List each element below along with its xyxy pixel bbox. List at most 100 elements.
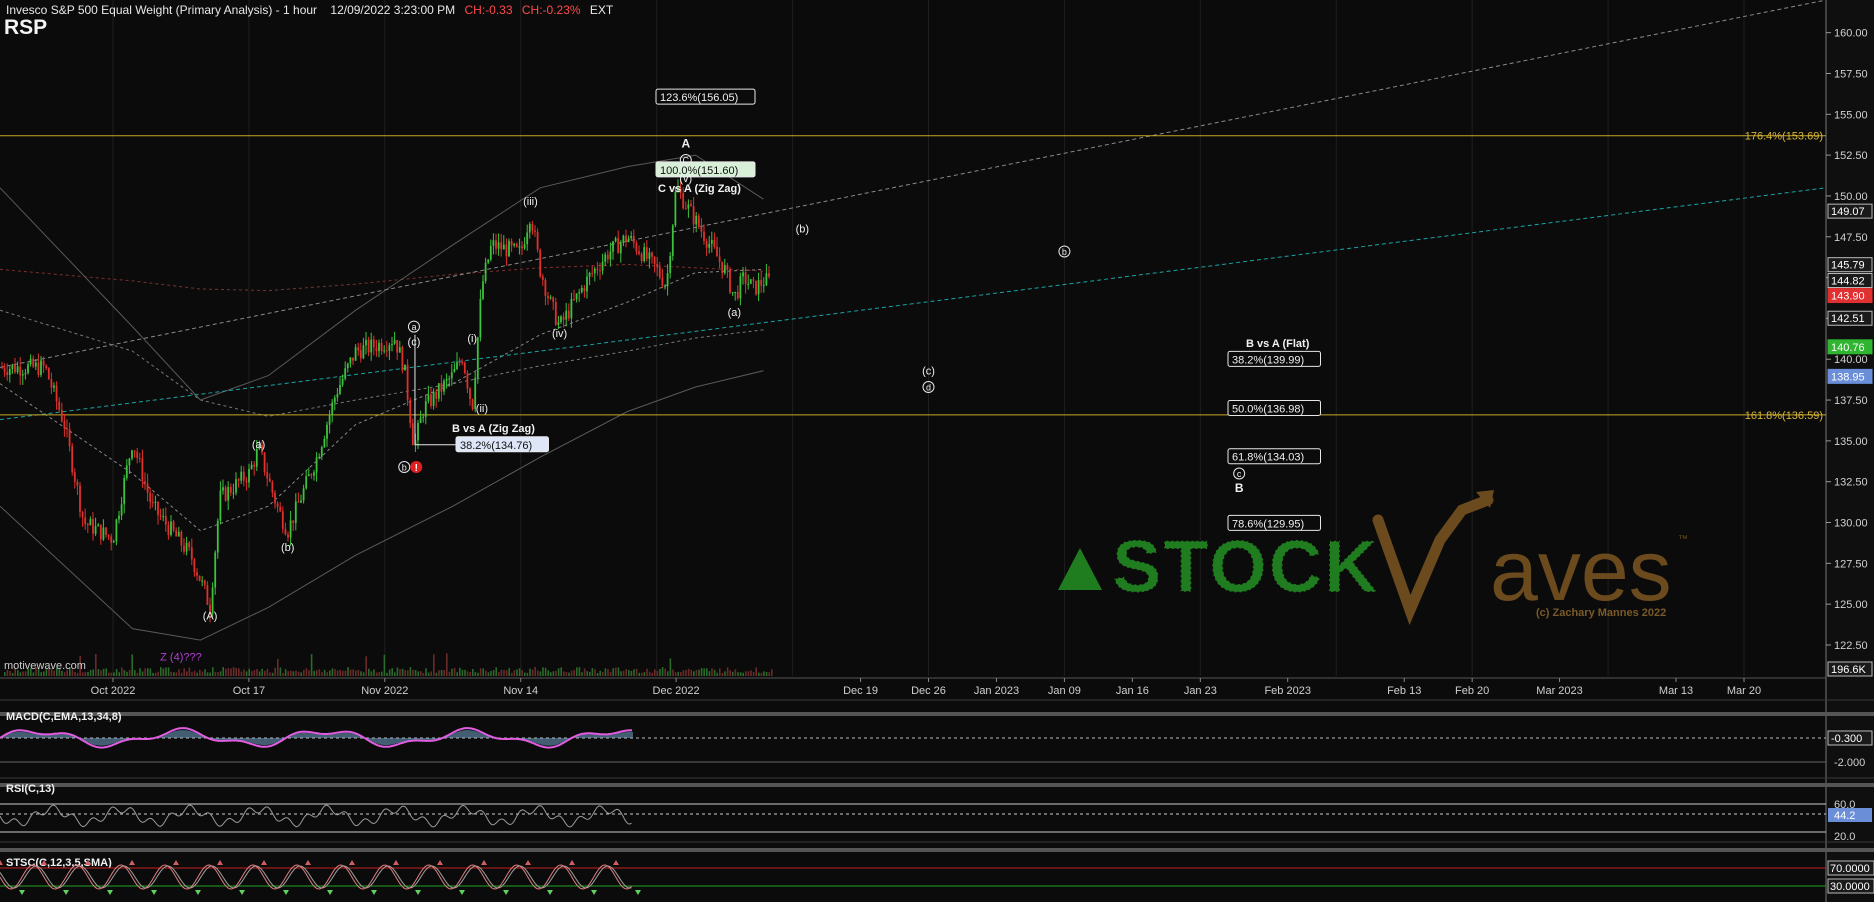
volume-bar [251,671,253,676]
volume-bar [438,670,440,676]
volume-bar [149,668,152,676]
candle-body [224,487,227,501]
stoch-buy-marker-icon [151,890,157,895]
wave-label: C [683,156,690,166]
volume-bar [144,668,146,676]
y-axis-label: 130.00 [1834,518,1868,530]
candle-body [24,372,27,375]
volume-bar [615,667,617,676]
volume-bar [157,671,159,676]
volume-bar [248,668,250,676]
logo-copyright: (c) Zachary Mannes 2022 [1536,607,1666,619]
candle-body [479,298,482,338]
candle-body [567,310,570,319]
volume-bar [617,667,620,676]
fib-title: B vs A (Zig Zag) [452,423,535,435]
volume-bar [539,671,542,676]
volume-bar [126,671,128,676]
candle-body [110,536,113,543]
fib-extension-label: 176.4%(153.69) [1745,131,1823,143]
volume-bar [209,672,211,676]
volume-bar [583,668,586,676]
volume-bar [178,669,180,676]
volume-bar [573,669,575,676]
candle-body [300,500,302,503]
candle-body [162,516,165,518]
ticker-symbol: RSP [4,16,48,39]
fib-retracement-label: 38.2%(134.76) [460,440,532,452]
candle-body [151,502,154,504]
candle-body [79,485,81,512]
volume-bar [230,668,232,676]
stoch-label: STSC(C,12,3,5,SMA) [6,857,112,869]
candle-body [362,345,365,359]
candle-body [565,310,568,320]
wave-label: b [402,462,407,472]
volume-bar [11,672,14,676]
candle-body [554,301,557,325]
volume-bar [128,670,131,676]
volume-bar [726,667,729,676]
candle-body [651,252,653,257]
bollinger-upper [0,154,764,401]
candle-body [102,527,105,540]
volume-bar [537,670,539,676]
candle-body [219,490,222,521]
volume-bar [633,669,635,676]
candle-body [544,280,547,296]
volume-bar [331,668,334,676]
candle-body [588,273,591,277]
stoch-sell-marker-icon [481,860,487,865]
volume-bar [425,668,427,676]
candle-body [661,277,664,287]
candle-body [229,486,232,493]
watermark-text: motivewave.com [4,660,86,672]
volume-bar [505,670,508,676]
volume-bar [225,668,227,676]
volume-bar [534,667,536,676]
volume-bar [204,669,206,676]
candle-body [593,268,596,274]
volume-bar [440,670,443,676]
volume-bar [563,671,565,676]
volume-bar [147,668,149,676]
volume-bar [245,671,248,676]
rsi-tick: 20.0 [1834,831,1855,843]
volume-bar [217,672,219,676]
candle-body [315,457,318,473]
volume-bar [641,672,643,676]
chart-stage[interactable]: Oct 2022 Oct 17 Nov 2022 Nov 14 Dec 2022 Dec … [0,0,1874,902]
candle-body [664,286,666,288]
wave-label: a [411,322,416,332]
volume-bar [477,672,479,676]
candle-body [573,298,575,300]
rsi-tick: 44.2 [1834,810,1855,822]
volume-bar [240,671,243,676]
volume-bar [136,672,139,676]
volume-bar [352,669,354,676]
volume-bar [560,667,562,676]
candle-body [513,243,516,246]
chart-canvas[interactable]: Oct 2022 Oct 17 Nov 2022 Nov 14 Dec 2022 Dec … [0,0,1874,902]
volume-bar [498,672,500,676]
volume-bar [141,671,144,676]
volume-bar [295,670,297,676]
candle-body [617,238,620,254]
candle-body [248,468,250,483]
candle-body [97,524,100,527]
volume-bar [654,669,656,676]
volume-bar [201,671,204,676]
volume-bar [323,669,326,676]
candle-body [705,241,708,248]
volume-bar [40,672,42,676]
candle-body [138,458,141,460]
candle-body [536,231,539,250]
volume-bar [443,669,445,676]
candle-body [188,542,191,548]
volume-bar [529,668,531,676]
candle-body [749,279,752,284]
stoch-buy-marker-icon [371,890,377,895]
volume-bar [453,667,456,676]
x-axis-label: Feb 13 [1387,685,1421,697]
volume-bar [482,668,484,676]
